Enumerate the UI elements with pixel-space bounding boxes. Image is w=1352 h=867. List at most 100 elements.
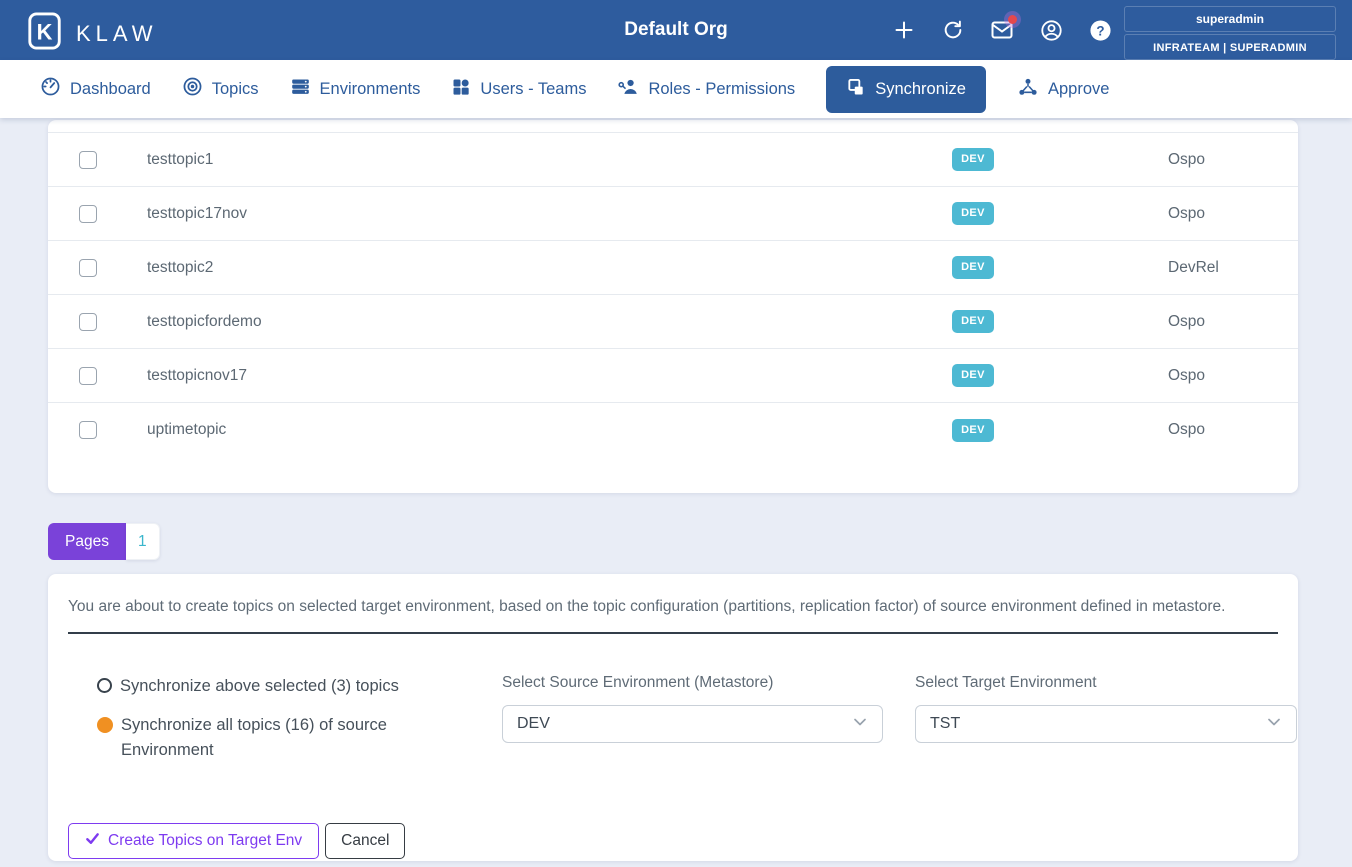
create-topics-label: Create Topics on Target Env xyxy=(108,832,302,850)
users-teams-icon xyxy=(451,77,471,102)
pages-label-button[interactable]: Pages xyxy=(48,523,126,560)
nav-item-users-teams[interactable]: Users - Teams xyxy=(451,77,586,102)
nav-label: Synchronize xyxy=(875,80,966,99)
roles-permissions-icon xyxy=(617,76,639,103)
team-role-box: INFRATEAM | SUPERADMIN xyxy=(1124,34,1336,60)
nav-item-approve[interactable]: Approve xyxy=(1017,76,1109,103)
nav-label: Topics xyxy=(212,80,259,99)
table-row: uptimetopic DEV Ospo xyxy=(48,403,1298,457)
environments-icon xyxy=(290,76,311,102)
cancel-label: Cancel xyxy=(341,832,389,850)
topic-name: uptimetopic xyxy=(147,421,918,439)
user-block: superadmin INFRATEAM | SUPERADMIN xyxy=(1124,4,1336,62)
topic-name: testtopic1 xyxy=(147,151,918,169)
nav-label: Environments xyxy=(320,80,421,99)
radio-all-topics[interactable]: Synchronize all topics (16) of source En… xyxy=(97,713,454,763)
topic-name: testtopic17nov xyxy=(147,205,918,223)
dashboard-icon xyxy=(40,76,61,102)
nav-label: Dashboard xyxy=(70,80,151,99)
radio-label: Synchronize all topics (16) of source En… xyxy=(121,713,411,763)
sync-form: Synchronize above selected (3) topics Sy… xyxy=(68,674,1278,777)
target-env-label: Select Target Environment xyxy=(915,674,1297,692)
chevron-down-icon xyxy=(852,714,868,735)
env-badge: DEV xyxy=(952,256,994,279)
plus-icon[interactable] xyxy=(891,17,917,43)
nav-label: Approve xyxy=(1048,80,1109,99)
env-badge: DEV xyxy=(952,202,994,225)
check-icon xyxy=(85,831,100,851)
nav-item-roles-permissions[interactable]: Roles - Permissions xyxy=(617,76,795,103)
nav-label: Users - Teams xyxy=(480,80,586,99)
create-topics-button[interactable]: Create Topics on Target Env xyxy=(68,823,319,859)
klaw-logo-icon: K xyxy=(26,10,64,57)
nav-item-synchronize[interactable]: Synchronize xyxy=(826,66,986,113)
sync-description: You are about to create topics on select… xyxy=(68,598,1278,616)
topics-table-card: testtopic1 DEV Ospo testtopic17nov DEV O… xyxy=(48,120,1298,493)
row-checkbox[interactable] xyxy=(79,205,97,223)
topic-name: testtopic2 xyxy=(147,259,918,277)
approve-icon xyxy=(1017,76,1039,103)
brand-name: KLAW xyxy=(76,21,158,47)
sync-options: Synchronize above selected (3) topics Sy… xyxy=(97,674,454,777)
synchronize-icon xyxy=(846,77,866,102)
svg-text:?: ? xyxy=(1096,23,1104,38)
team-name: Ospo xyxy=(1028,205,1298,223)
source-env-label: Select Source Environment (Metastore) xyxy=(502,674,883,692)
refresh-icon[interactable] xyxy=(940,17,966,43)
team-name: Ospo xyxy=(1028,421,1298,439)
mail-icon[interactable] xyxy=(989,17,1015,43)
nav-item-dashboard[interactable]: Dashboard xyxy=(40,76,151,102)
row-checkbox[interactable] xyxy=(79,421,97,439)
brand[interactable]: K KLAW xyxy=(26,10,158,57)
row-checkbox[interactable] xyxy=(79,259,97,277)
chevron-down-icon xyxy=(1266,714,1282,735)
row-checkbox[interactable] xyxy=(79,367,97,385)
team-name: Ospo xyxy=(1028,151,1298,169)
radio-selected-topics[interactable]: Synchronize above selected (3) topics xyxy=(97,674,454,699)
table-row: testtopicnov17 DEV Ospo xyxy=(48,349,1298,403)
env-badge: DEV xyxy=(952,419,994,442)
radio-icon xyxy=(97,717,113,733)
env-badge: DEV xyxy=(952,364,994,387)
radio-label: Synchronize above selected (3) topics xyxy=(120,674,399,699)
team-name: Ospo xyxy=(1028,313,1298,331)
team-name: Ospo xyxy=(1028,367,1298,385)
source-env-value: DEV xyxy=(517,715,550,733)
row-checkbox[interactable] xyxy=(79,151,97,169)
row-checkbox[interactable] xyxy=(79,313,97,331)
divider xyxy=(68,632,1278,634)
env-badge: DEV xyxy=(952,310,994,333)
notification-badge xyxy=(1008,15,1017,24)
topbar-icons: ? xyxy=(891,0,1113,60)
env-badge: DEV xyxy=(952,148,994,171)
account-icon[interactable] xyxy=(1038,17,1064,43)
topic-name: testtopicfordemo xyxy=(147,313,918,331)
help-icon[interactable]: ? xyxy=(1087,17,1113,43)
table-row: testtopic1 DEV Ospo xyxy=(48,133,1298,187)
username: superadmin xyxy=(1196,12,1264,26)
nav-label: Roles - Permissions xyxy=(648,80,795,99)
nav-item-environments[interactable]: Environments xyxy=(290,76,421,102)
topics-icon xyxy=(182,76,203,102)
source-env-field: Select Source Environment (Metastore) DE… xyxy=(502,674,883,777)
target-env-field: Select Target Environment TST xyxy=(915,674,1297,777)
source-env-select[interactable]: DEV xyxy=(502,705,883,743)
table-row: testtopic17nov DEV Ospo xyxy=(48,187,1298,241)
topics-table: testtopic1 DEV Ospo testtopic17nov DEV O… xyxy=(48,132,1298,457)
synchronize-panel: You are about to create topics on select… xyxy=(48,574,1298,861)
page-number-button[interactable]: 1 xyxy=(126,523,160,560)
radio-icon xyxy=(97,678,112,693)
team-role: INFRATEAM | SUPERADMIN xyxy=(1153,42,1307,54)
table-row: testtopicfordemo DEV Ospo xyxy=(48,295,1298,349)
main-nav: Dashboard Topics Environments Users - Te… xyxy=(0,60,1352,118)
svg-text:K: K xyxy=(37,20,53,45)
target-env-select[interactable]: TST xyxy=(915,705,1297,743)
table-row: testtopic2 DEV DevRel xyxy=(48,241,1298,295)
action-buttons: Create Topics on Target Env Cancel xyxy=(68,823,1278,859)
pagination: Pages 1 xyxy=(48,523,1352,560)
cancel-button[interactable]: Cancel xyxy=(325,823,405,859)
nav-item-topics[interactable]: Topics xyxy=(182,76,259,102)
target-env-value: TST xyxy=(930,715,960,733)
topic-name: testtopicnov17 xyxy=(147,367,918,385)
team-name: DevRel xyxy=(1028,259,1298,277)
